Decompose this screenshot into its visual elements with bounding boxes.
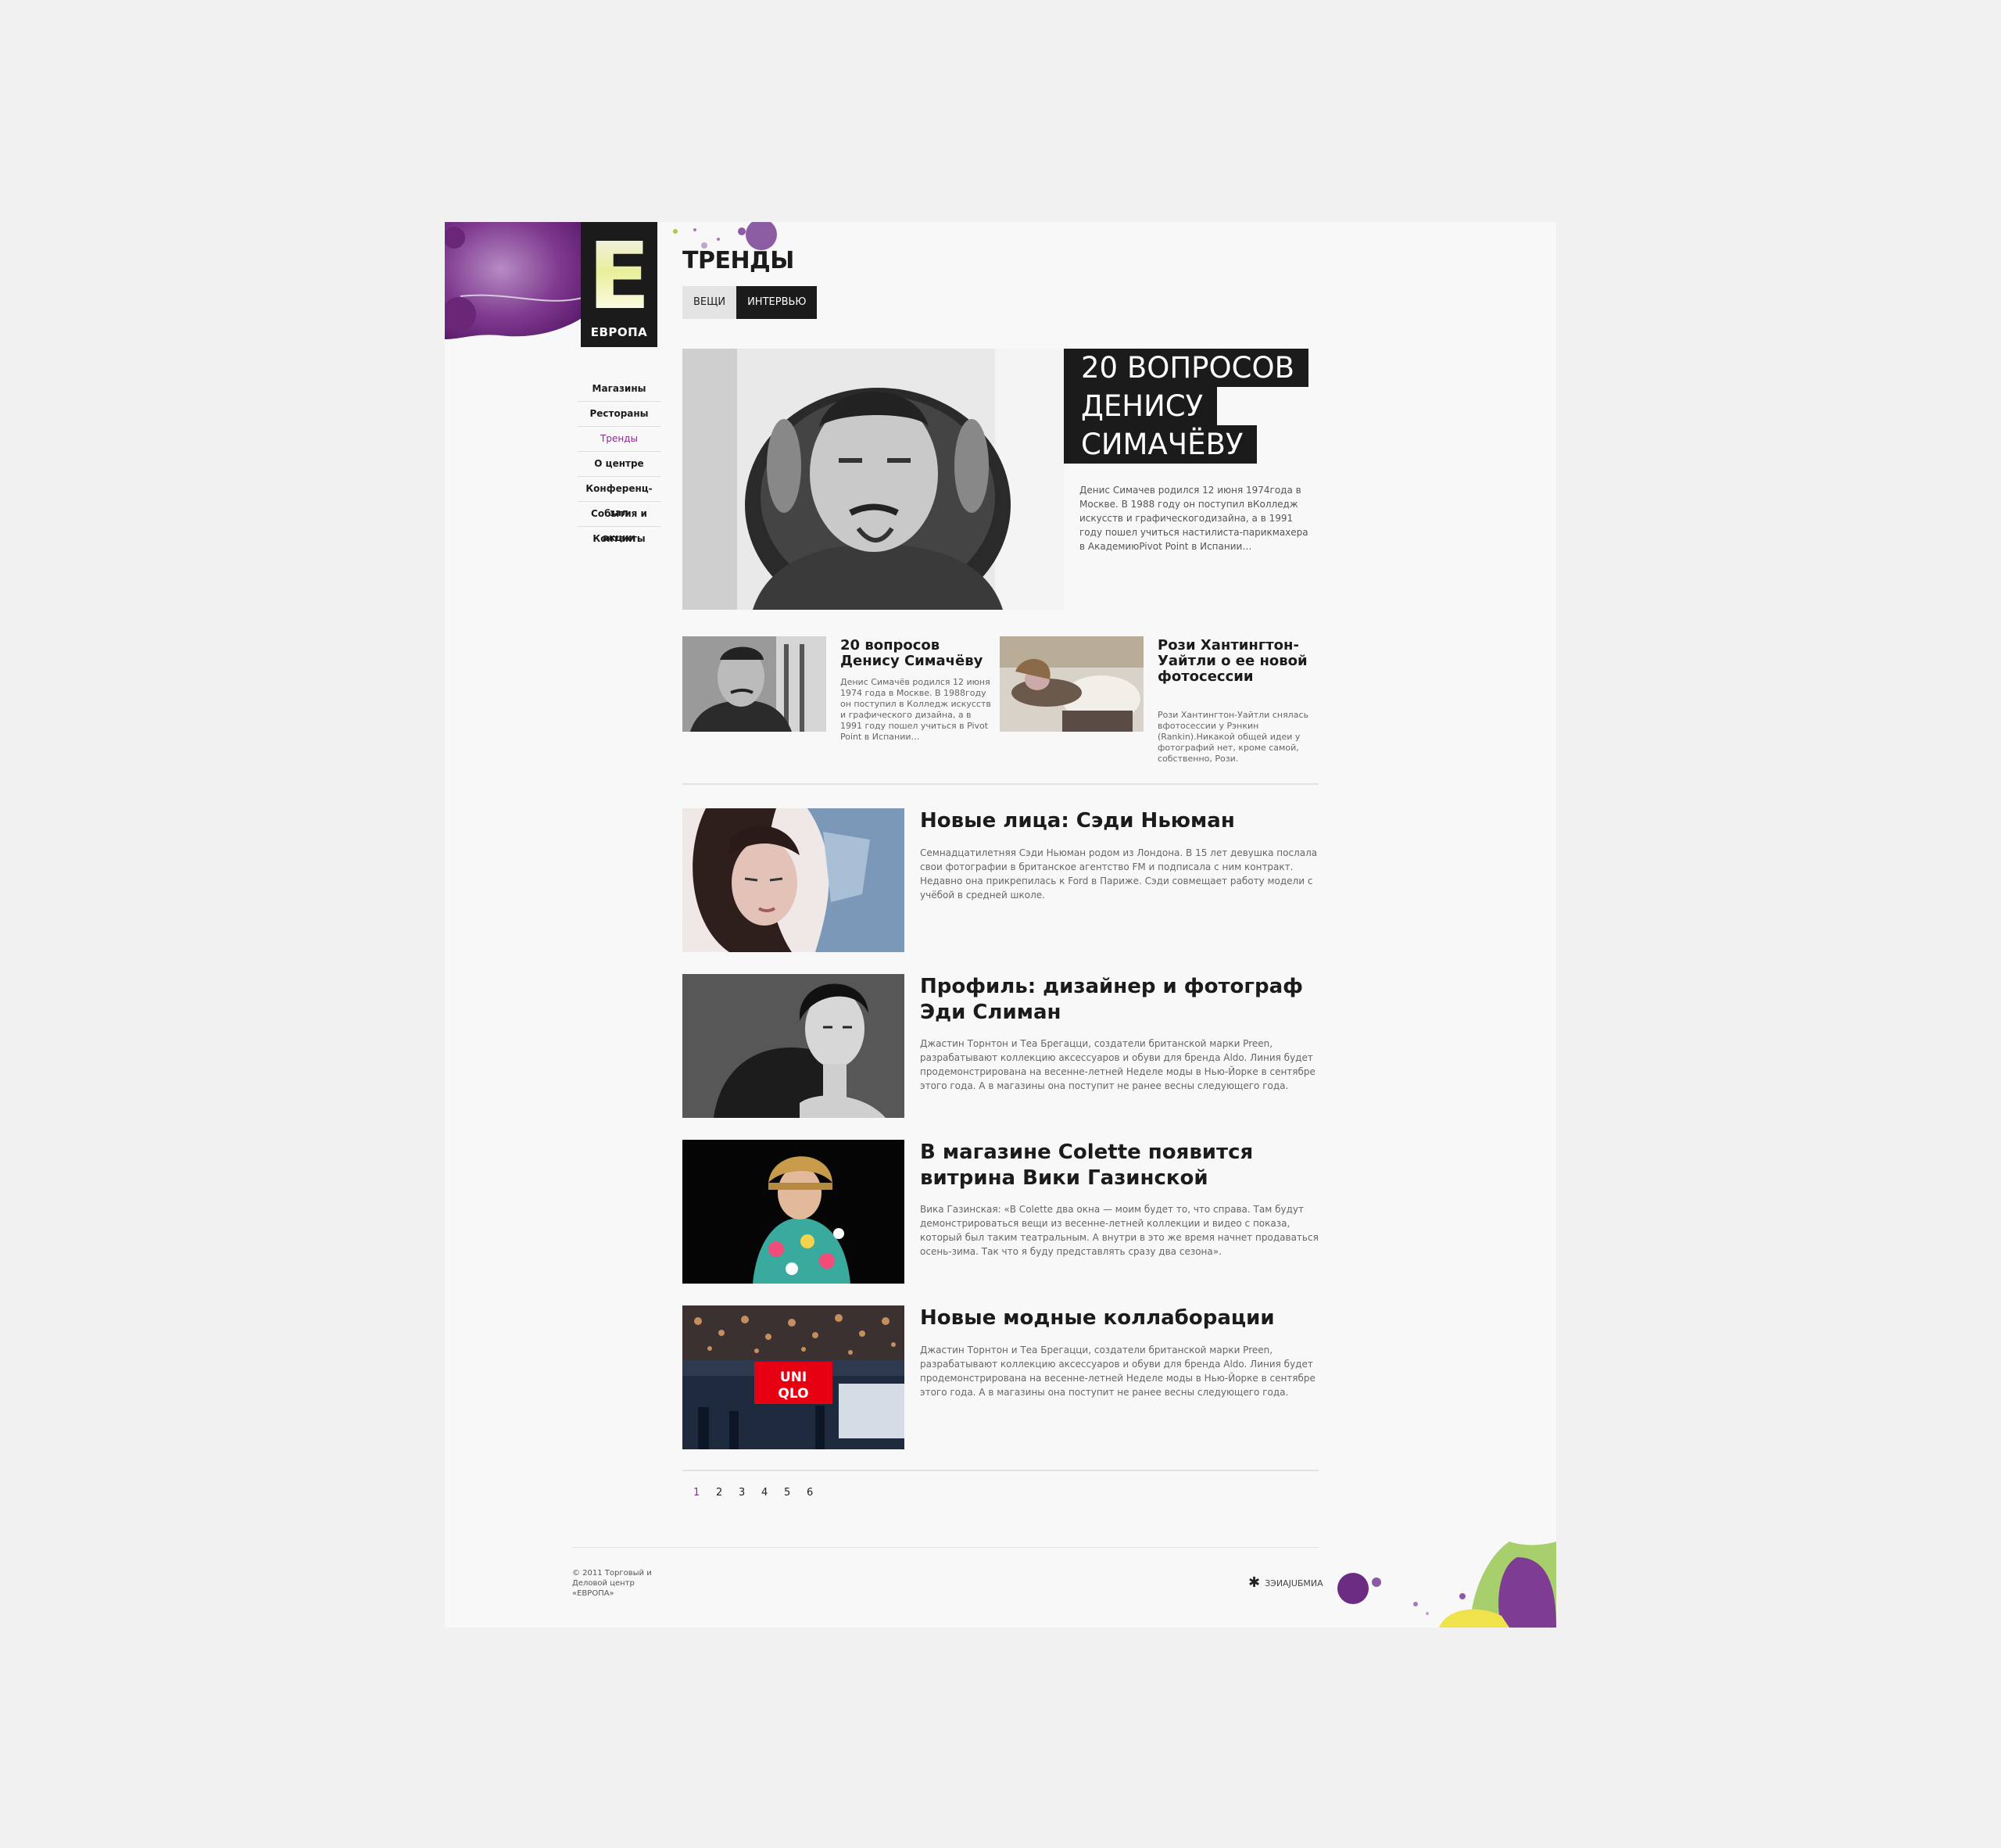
article-title[interactable]: Профиль: дизайнер и фотограф Эди Слиман [920,974,1311,1026]
copyright: © 2011 Торговый и Деловой центр «ЕВРОПА» [572,1569,652,1598]
page-link-4[interactable]: 4 [761,1487,784,1499]
article-title[interactable]: Новые лица: Сэди Ньюман [920,808,1311,834]
pagination: 1 2 3 4 5 6 [693,1487,829,1499]
svg-text:QLO: QLO [778,1386,808,1402]
page-link-6[interactable]: 6 [807,1487,829,1499]
article-item[interactable]: UNI QLO Новые модные коллаборации Джасти… [682,1305,1319,1449]
article-excerpt: Джастин Торнтон и Теа Брегацци, создател… [920,1038,1316,1091]
tab-things[interactable]: ВЕЩИ [682,286,737,319]
page-link-2[interactable]: 2 [716,1487,739,1499]
tab-interview[interactable]: ИНТЕРВЬЮ [736,286,818,319]
nav-item-events[interactable]: События и акции [578,502,660,543]
small-card-photo[interactable] [1000,636,1144,732]
article-photo[interactable] [682,808,904,952]
article-excerpt: Вика Газинская: «В Colette два окна — мо… [920,1204,1319,1257]
section-tabs: ВЕЩИ ИНТЕРВЬЮ [682,286,818,319]
article-excerpt: Семнадцатилетняя Сэди Ньюман родом из Ло… [920,847,1318,901]
page-link-3[interactable]: 3 [739,1487,761,1499]
featured-photo[interactable] [682,349,1064,610]
nav-item-shops[interactable]: Магазины [578,377,660,402]
svg-text:UNI: UNI [780,1370,807,1385]
nav-item-contacts[interactable]: Контакты [578,527,660,551]
nav-item-restaurants[interactable]: Рестораны [578,402,660,427]
side-navigation: Магазины Рестораны Тренды О центре Конфе… [573,377,665,551]
featured-title-line-1: 20 ВОПРОСОВ [1064,349,1308,387]
nav-item-trends[interactable]: Тренды [578,427,660,452]
article-photo[interactable]: UNI QLO [682,1305,904,1449]
page-title: ТРЕНДЫ [682,247,794,274]
section-divider [682,783,1319,785]
pagination-divider [682,1470,1319,1471]
article-photo[interactable] [682,1140,904,1284]
article-item[interactable]: Новые лица: Сэди Ньюман Семнадцатилетняя… [682,808,1319,952]
asterisk-icon: ✱ [1248,1574,1261,1591]
page-link-1[interactable]: 1 [693,1487,716,1499]
article-excerpt: Джастин Торнтон и Теа Брегацци, создател… [920,1345,1316,1398]
page-container: E ЕВРОПА Магазины Рестораны Тренды О цен… [445,222,1556,1628]
featured-title-line-3: СИМАЧЁВУ [1064,425,1258,464]
footer-divider [572,1547,1319,1548]
logo[interactable]: E ЕВРОПА [581,222,657,347]
article-title[interactable]: Новые модные коллаборации [920,1305,1311,1331]
featured-excerpt: Денис Симачев родился 12 июня 1974года в… [1079,485,1308,552]
article-item[interactable]: Профиль: дизайнер и фотограф Эди Слиман … [682,974,1319,1118]
featured-article[interactable]: 20 ВОПРОСОВ ДЕНИСУ СИМАЧЁВУ Денис Симаче… [682,349,1319,610]
article-photo[interactable] [682,974,904,1118]
small-card-photo[interactable] [682,636,826,732]
small-card-excerpt: Рози Хантингтон-Уайтли снялась вфотосесс… [1158,710,1308,764]
developer-name: ЗЭИАJUБМИА [1265,1578,1323,1588]
article-item[interactable]: В магазине Colette появится витрина Вики… [682,1140,1319,1284]
small-card-title[interactable]: Рози Хантингтон-Уайтли о ее новой фотосе… [1158,638,1314,685]
small-card-title[interactable]: 20 вопросов Денису Симачёву [840,638,997,669]
watercolor-decoration [1337,1542,1556,1628]
page-link-5[interactable]: 5 [784,1487,807,1499]
developer-link[interactable]: ✱ ЗЭИАJUБМИА [1248,1574,1323,1591]
logo-letter: E [581,230,657,322]
small-card-excerpt: Денис Симачёв родился 12 июня 1974 года … [840,677,991,742]
nav-item-conference[interactable]: Конференц-зал [578,477,660,518]
featured-title[interactable]: 20 ВОПРОСОВ ДЕНИСУ СИМАЧЁВУ [1064,349,1308,464]
nav-item-about[interactable]: О центре [578,452,660,477]
logo-word: ЕВРОПА [590,325,648,339]
article-title[interactable]: В магазине Colette появится витрина Вики… [920,1140,1311,1191]
featured-title-line-2: ДЕНИСУ [1064,387,1218,425]
small-cards: 20 вопросов Денису Симачёву Денис Симачё… [682,636,1319,777]
